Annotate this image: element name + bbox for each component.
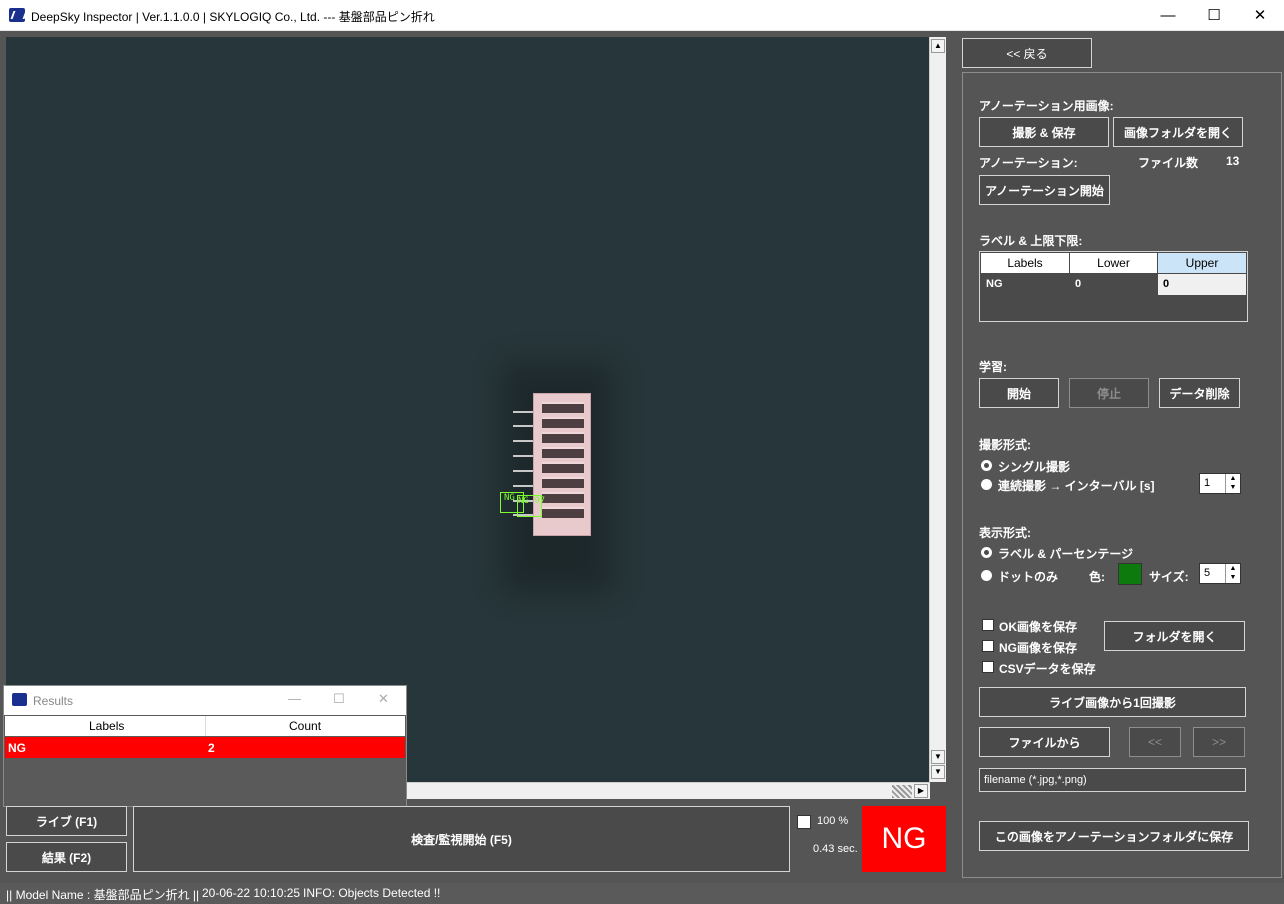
status-model-name: || Model Name : 基盤部品ピン折れ || (6, 888, 200, 902)
result-label: NG (8, 741, 26, 755)
file-count-value: 13 (1226, 154, 1240, 168)
save-ok-images-checkbox[interactable] (982, 619, 994, 631)
single-capture-radio[interactable] (981, 460, 992, 471)
back-button[interactable]: << 戻る (962, 38, 1092, 68)
zoom-label: 100 % (817, 815, 849, 827)
zoom-100-checkbox[interactable] (797, 815, 811, 829)
minimize-button[interactable]: — (1145, 0, 1191, 31)
results-window: Results — ☐ ✕ Labels Count NG 2 (3, 685, 407, 807)
maximize-button[interactable]: ☐ (1191, 0, 1237, 31)
scroll-up-icon[interactable]: ▲ (931, 39, 945, 53)
color-label: 色: (1089, 570, 1105, 584)
column-header: Upper (1158, 253, 1246, 273)
column-header: Labels (89, 719, 125, 733)
minimize-button[interactable]: — (288, 691, 301, 706)
maximize-button[interactable]: ☐ (333, 691, 345, 707)
prev-image-button[interactable]: << (1129, 727, 1181, 757)
result-count: 2 (208, 741, 215, 755)
train-stop-button[interactable]: 停止 (1069, 378, 1149, 408)
dot-color-swatch[interactable] (1118, 563, 1142, 585)
elapsed-time: 0.43 sec. (813, 843, 858, 855)
column-header: Lower (1070, 253, 1157, 273)
status-timestamp: 20-06-22 10:10:25 (202, 886, 301, 900)
scroll-down-end-icon[interactable]: ▼ (931, 765, 945, 779)
capture-save-button[interactable]: 撮影 & 保存 (979, 117, 1109, 147)
app-logo-icon (9, 8, 25, 22)
table-row[interactable]: NG 2 (5, 737, 405, 758)
status-info: INFO: Objects Detected !! (303, 886, 441, 900)
save-ng-images-checkbox[interactable] (982, 640, 994, 652)
live-button[interactable]: ライブ (F1) (6, 806, 127, 836)
file-count-label: ファイル数 (1138, 156, 1199, 170)
verdict-indicator: NG (862, 806, 946, 872)
grid-cell-upper[interactable]: 0 (1158, 274, 1246, 295)
continuous-capture-label: 連続撮影 → インターバル [s] (998, 479, 1155, 493)
capture-once-button[interactable]: ライブ画像から1回撮影 (979, 687, 1246, 717)
detection-label: NG 97 (518, 496, 546, 506)
results-title-bar[interactable]: Results — ☐ ✕ (4, 686, 406, 715)
save-ng-images-label: NG画像を保存 (999, 641, 1078, 655)
capture-mode-heading: 撮影形式: (979, 438, 1031, 452)
camera-view[interactable]: NG NG 97 (6, 37, 930, 782)
delete-data-button[interactable]: データ削除 (1159, 378, 1240, 408)
interval-stepper[interactable]: 1 ▲ ▼ (1199, 473, 1241, 494)
save-csv-label: CSVデータを保存 (999, 662, 1096, 676)
training-heading: 学習: (979, 360, 1007, 374)
title-bar: DeepSky Inspector | Ver.1.1.0.0 | SKYLOG… (0, 0, 1284, 31)
open-image-folder-button[interactable]: 画像フォルダを開く (1113, 117, 1243, 147)
inspect-start-button[interactable]: 検査/監視開始 (F5) (133, 806, 790, 872)
results-table-header: Labels Count (5, 716, 405, 736)
size-stepper[interactable]: 5 ▲ ▼ (1199, 563, 1241, 584)
save-ok-images-label: OK画像を保存 (999, 620, 1078, 634)
single-capture-label: シングル撮影 (998, 460, 1071, 474)
interval-value: 1 (1204, 477, 1211, 489)
label-percentage-radio[interactable] (981, 547, 992, 558)
scroll-grip[interactable] (892, 785, 912, 798)
grid-cell-lower[interactable]: 0 (1070, 274, 1157, 295)
save-to-annotation-folder-button[interactable]: この画像をアノーテーションフォルダに保存 (979, 821, 1249, 851)
app-logo-icon (12, 693, 27, 706)
label-limits-grid[interactable]: Labels Lower Upper NG 0 0 (979, 251, 1248, 322)
scroll-down-icon[interactable]: ▼ (931, 750, 945, 764)
display-mode-heading: 表示形式: (979, 526, 1031, 540)
detection-label: NG (504, 493, 515, 503)
filename-input[interactable]: filename (*.jpg,*.png) (979, 768, 1246, 792)
column-header: Labels (981, 253, 1069, 273)
grid-cell-label[interactable]: NG (981, 274, 1069, 295)
annotation-image-heading: アノーテーション用画像: (979, 99, 1114, 113)
window-title: DeepSky Inspector | Ver.1.1.0.0 | SKYLOG… (31, 10, 435, 24)
dots-only-radio[interactable] (981, 570, 992, 581)
scroll-right-icon[interactable]: ▶ (914, 784, 928, 798)
vertical-scrollbar[interactable]: ▲ ▼ ▼ (929, 37, 946, 782)
annotation-heading: アノーテーション: (979, 156, 1078, 170)
close-button[interactable]: ✕ (378, 691, 389, 707)
column-header: Count (289, 719, 322, 733)
stepper-arrows-icon[interactable]: ▲ ▼ (1225, 474, 1240, 493)
start-annotation-button[interactable]: アノーテーション開始 (979, 175, 1110, 205)
size-label: サイズ: (1149, 570, 1189, 584)
label-limits-heading: ラベル & 上限下限: (979, 234, 1083, 248)
inspected-component (503, 363, 613, 593)
size-value: 5 (1204, 567, 1211, 579)
train-start-button[interactable]: 開始 (979, 378, 1059, 408)
next-image-button[interactable]: >> (1193, 727, 1245, 757)
close-button[interactable]: ✕ (1237, 0, 1283, 31)
stepper-arrows-icon[interactable]: ▲ ▼ (1225, 564, 1240, 583)
from-file-button[interactable]: ファイルから (979, 727, 1110, 757)
save-csv-checkbox[interactable] (982, 661, 994, 673)
results-button[interactable]: 結果 (F2) (6, 842, 127, 872)
label-percentage-label: ラベル & パーセンテージ (998, 547, 1134, 561)
results-window-title: Results (33, 694, 74, 708)
open-folder-button[interactable]: フォルダを開く (1104, 621, 1245, 651)
continuous-capture-radio[interactable] (981, 479, 992, 490)
status-bar: || Model Name : 基盤部品ピン折れ || 20-06-22 10:… (0, 883, 1284, 904)
dots-only-label: ドットのみ (998, 570, 1059, 584)
